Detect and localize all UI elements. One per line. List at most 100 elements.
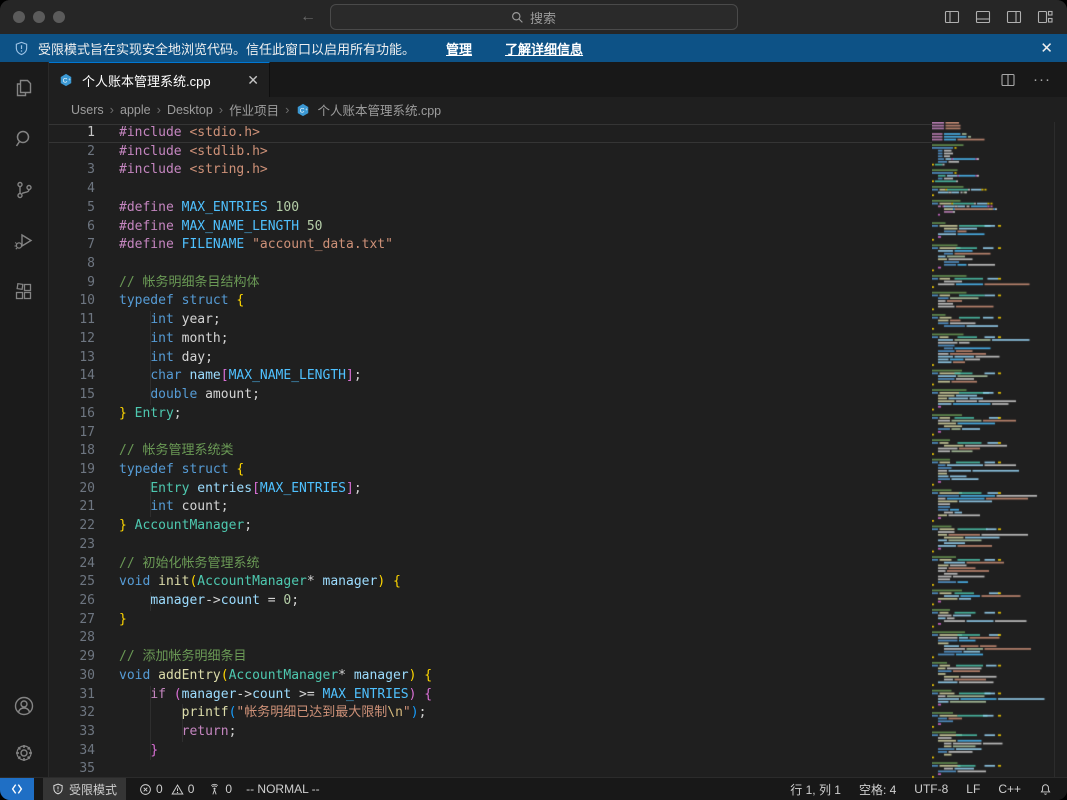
breadcrumb-item[interactable]: Desktop [167,103,213,117]
code-line-33[interactable]: 33 return; [49,723,932,742]
breadcrumb-item[interactable]: 个人账本管理系统.cpp [318,100,442,119]
line-number[interactable]: 20 [49,480,95,499]
code-line-28[interactable]: 28 [49,629,932,648]
line-number[interactable]: 10 [49,292,95,311]
line-number[interactable]: 30 [49,667,95,686]
code-line-16[interactable]: 16} Entry; [49,405,932,424]
line-number[interactable]: 27 [49,611,95,630]
code-line-31[interactable]: 31 if (manager->count >= MAX_ENTRIES) { [49,686,932,705]
line-number[interactable]: 34 [49,742,95,761]
line-number[interactable]: 4 [49,180,95,199]
line-number[interactable]: 14 [49,367,95,386]
code-line-24[interactable]: 24// 初始化帐务管理系统 [49,555,932,574]
tab-file[interactable]: C+ 个人账本管理系统.cpp ✕ [49,62,270,97]
editor-scrollbar[interactable] [1054,122,1067,777]
line-number[interactable]: 2 [49,143,95,162]
line-number[interactable]: 9 [49,274,95,293]
code-line-26[interactable]: 26 manager->count = 0; [49,592,932,611]
line-number[interactable]: 16 [49,405,95,424]
line-number[interactable]: 13 [49,349,95,368]
code-line-19[interactable]: 19typedef struct { [49,461,932,480]
code-line-14[interactable]: 14 char name[MAX_NAME_LENGTH]; [49,367,932,386]
code-line-29[interactable]: 29// 添加帐务明细条目 [49,648,932,667]
search-sidebar-icon[interactable] [12,127,36,151]
vim-mode-indicator[interactable]: -- NORMAL -- [239,778,327,800]
account-icon[interactable] [12,694,36,718]
code-line-11[interactable]: 11 int year; [49,311,932,330]
run-debug-icon[interactable] [12,229,36,253]
breadcrumb-item[interactable]: Users [71,103,104,117]
explorer-icon[interactable] [12,76,36,100]
code-line-25[interactable]: 25void init(AccountManager* manager) { [49,573,932,592]
learn-more-link[interactable]: 了解详细信息 [505,39,583,58]
more-actions-icon[interactable]: ··· [1033,71,1051,88]
line-number[interactable]: 32 [49,704,95,723]
breadcrumb-item[interactable]: 作业项目 [229,100,279,119]
line-number[interactable]: 11 [49,311,95,330]
code-line-9[interactable]: 9// 帐务明细条目结构体 [49,274,932,293]
manage-link[interactable]: 管理 [446,39,472,58]
minimize-window-button[interactable] [33,11,45,23]
tab-close-icon[interactable]: ✕ [247,72,259,89]
toggle-secondary-sidebar-icon[interactable] [1006,9,1022,25]
code-line-3[interactable]: 3#include <string.h> [49,161,932,180]
code-line-7[interactable]: 7#define FILENAME "account_data.txt" [49,236,932,255]
code-line-20[interactable]: 20 Entry entries[MAX_ENTRIES]; [49,480,932,499]
line-number[interactable]: 12 [49,330,95,349]
cursor-position[interactable]: 行 1, 列 1 [781,778,850,800]
code-line-6[interactable]: 6#define MAX_NAME_LENGTH 50 [49,218,932,237]
extensions-icon[interactable] [12,280,36,304]
line-number[interactable]: 31 [49,686,95,705]
code-line-1[interactable]: 1#include <stdio.h> [49,124,932,143]
code-line-4[interactable]: 4 [49,180,932,199]
source-control-icon[interactable] [12,178,36,202]
line-number[interactable]: 29 [49,648,95,667]
line-number[interactable]: 19 [49,461,95,480]
line-number[interactable]: 28 [49,629,95,648]
line-number[interactable]: 6 [49,218,95,237]
line-number[interactable]: 17 [49,424,95,443]
problems-status[interactable]: 0 0 [132,778,201,800]
code-line-15[interactable]: 15 double amount; [49,386,932,405]
code-line-32[interactable]: 32 printf("帐务明细已达到最大限制\n"); [49,704,932,723]
code-area[interactable]: 1#include <stdio.h>2#include <stdlib.h>3… [49,122,932,777]
banner-close-icon[interactable]: ✕ [1040,39,1053,57]
line-number[interactable]: 22 [49,517,95,536]
minimap[interactable] [932,122,1054,790]
code-line-35[interactable]: 35 [49,760,932,777]
code-line-30[interactable]: 30void addEntry(AccountManager* manager)… [49,667,932,686]
split-editor-icon[interactable] [1000,72,1016,88]
code-line-8[interactable]: 8 [49,255,932,274]
line-number[interactable]: 21 [49,498,95,517]
restricted-mode-status[interactable]: 受限模式 [43,778,126,800]
code-line-17[interactable]: 17 [49,424,932,443]
code-line-13[interactable]: 13 int day; [49,349,932,368]
line-number[interactable]: 26 [49,592,95,611]
zoom-window-button[interactable] [53,11,65,23]
code-line-5[interactable]: 5#define MAX_ENTRIES 100 [49,199,932,218]
line-number[interactable]: 25 [49,573,95,592]
customize-layout-icon[interactable] [1037,9,1053,25]
line-number[interactable]: 23 [49,536,95,555]
code-line-34[interactable]: 34 } [49,742,932,761]
line-number[interactable]: 8 [49,255,95,274]
line-number[interactable]: 1 [49,124,95,143]
code-line-12[interactable]: 12 int month; [49,330,932,349]
line-number[interactable]: 33 [49,723,95,742]
navigate-back-icon[interactable]: ← [300,0,316,34]
line-number[interactable]: 7 [49,236,95,255]
indentation-status[interactable]: 空格: 4 [850,778,905,800]
ports-status[interactable]: 0 [201,778,239,800]
code-line-22[interactable]: 22} AccountManager; [49,517,932,536]
code-line-10[interactable]: 10typedef struct { [49,292,932,311]
line-number[interactable]: 15 [49,386,95,405]
settings-gear-icon[interactable] [12,741,36,765]
line-number[interactable]: 35 [49,760,95,777]
code-line-27[interactable]: 27} [49,611,932,630]
breadcrumb-item[interactable]: apple [120,103,151,117]
code-line-23[interactable]: 23 [49,536,932,555]
code-line-2[interactable]: 2#include <stdlib.h> [49,143,932,162]
line-number[interactable]: 5 [49,199,95,218]
line-number[interactable]: 24 [49,555,95,574]
remote-indicator[interactable] [0,778,34,800]
